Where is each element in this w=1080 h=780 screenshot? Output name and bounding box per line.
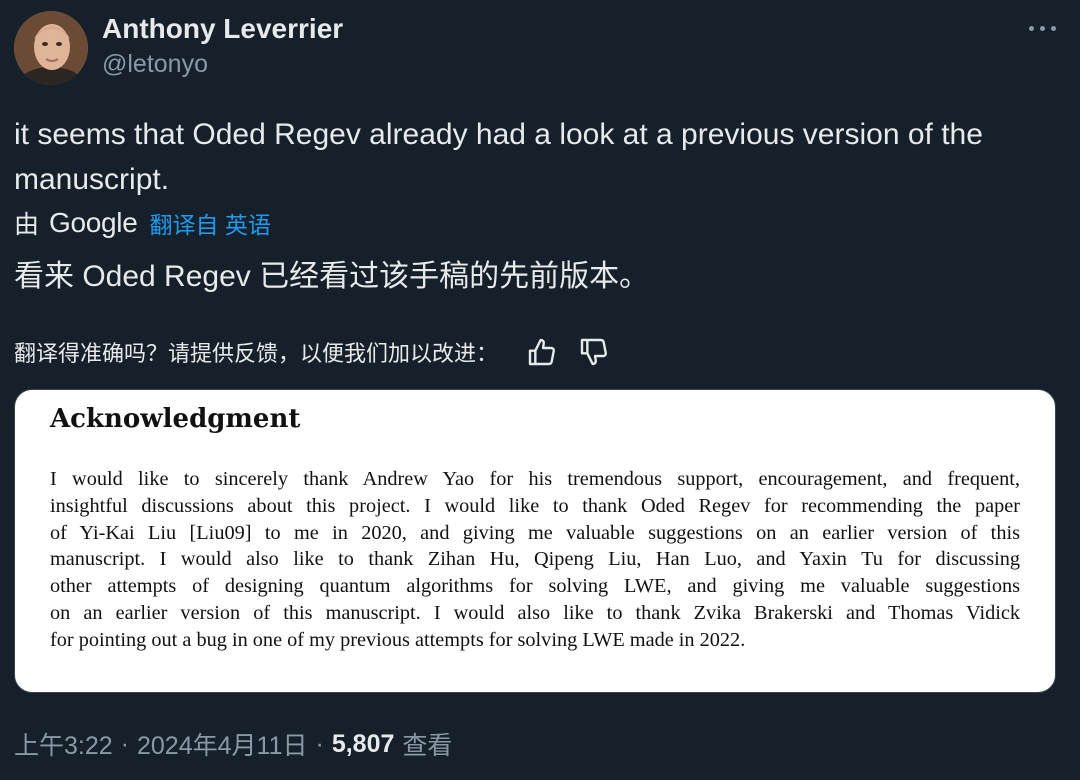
acknowledgment-line: on an earlier version of this manuscript… bbox=[50, 601, 1020, 624]
translation-attribution: 由 Google 翻译自 英语 bbox=[14, 205, 271, 241]
more-horizontal-icon bbox=[1029, 26, 1034, 31]
author-name[interactable]: Anthony Leverrier bbox=[102, 13, 343, 45]
acknowledgment-line: manuscript. I would also like to thank Z… bbox=[50, 548, 1020, 571]
acknowledgment-line: of Yi-Kai Liu [Liu09] to me in 2020, and… bbox=[50, 521, 1020, 544]
tweet-meta: 上午3:22 · 2024年4月11日 · 5,807 查看 bbox=[14, 725, 452, 763]
more-options-button[interactable] bbox=[1024, 16, 1060, 40]
thumbs-down-icon[interactable] bbox=[578, 336, 610, 368]
feedback-prompt: 翻译得准确吗？请提供反馈，以便我们加以改进： bbox=[14, 341, 499, 366]
translation-prefix: 由 bbox=[14, 211, 40, 239]
views-count: 5,807 bbox=[331, 729, 395, 758]
thumbs-up-icon[interactable] bbox=[526, 336, 558, 368]
tweet-text: it seems that Oded Regev already had a l… bbox=[14, 118, 983, 196]
acknowledgment-line: for pointing out a bug in one of my prev… bbox=[50, 628, 746, 651]
attached-image[interactable]: Acknowledgment I would like to sincerely… bbox=[14, 389, 1056, 693]
avatar-image bbox=[14, 11, 88, 85]
author-handle[interactable]: @letonyo bbox=[102, 50, 208, 79]
translated-from-link[interactable]: 翻译自 英语 bbox=[150, 206, 271, 240]
translated-text: 看来 Oded Regev 已经看过该手稿的先前版本。 bbox=[14, 260, 650, 293]
acknowledgment-line: other attempts of designing quantum algo… bbox=[50, 575, 1020, 598]
views-label: 查看 bbox=[402, 732, 453, 760]
avatar[interactable] bbox=[14, 11, 88, 85]
tweet-time[interactable]: 上午3:22 bbox=[14, 726, 113, 762]
acknowledgment-heading: Acknowledgment bbox=[50, 404, 301, 434]
acknowledgment-text: I would like to sincerely thank Andrew Y… bbox=[50, 466, 1020, 654]
google-logo: Google bbox=[49, 207, 138, 238]
acknowledgment-line: insightful discussions about this projec… bbox=[50, 494, 1020, 517]
meta-separator: · bbox=[120, 729, 129, 758]
translation-feedback: 翻译得准确吗？请提供反馈，以便我们加以改进： bbox=[14, 334, 610, 370]
tweet-date[interactable]: 2024年4月11日 bbox=[137, 726, 307, 762]
meta-separator: · bbox=[315, 729, 324, 758]
acknowledgment-line: I would like to sincerely thank Andrew Y… bbox=[50, 468, 1020, 490]
